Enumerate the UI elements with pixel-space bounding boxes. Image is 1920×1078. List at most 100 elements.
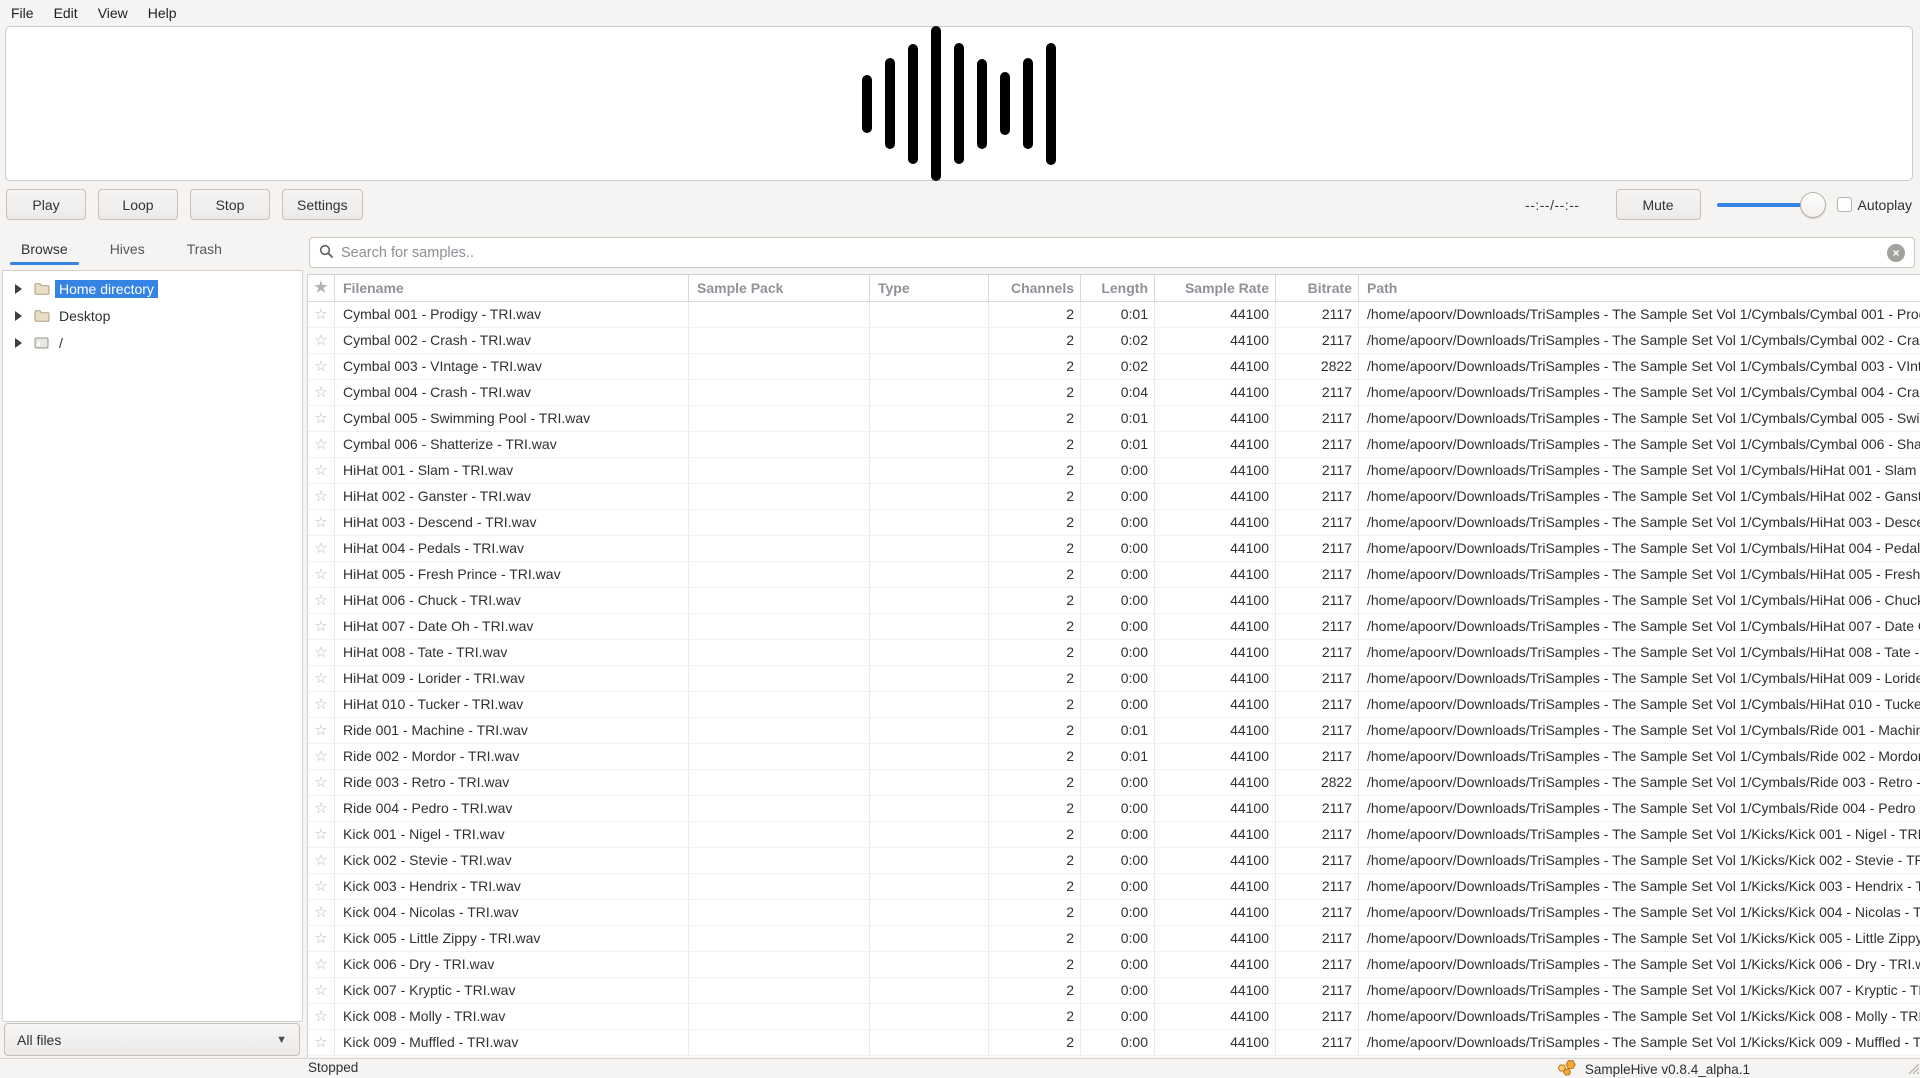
clear-search-icon[interactable]: × <box>1887 244 1905 262</box>
table-row[interactable]: ☆HiHat 010 - Tucker - TRI.wav20:00441002… <box>308 692 1920 718</box>
table-row[interactable]: ☆HiHat 005 - Fresh Prince - TRI.wav20:00… <box>308 562 1920 588</box>
column-header-length[interactable]: Length <box>1081 275 1155 301</box>
favorite-star-icon[interactable]: ☆ <box>308 510 335 535</box>
table-row[interactable]: ☆Kick 009 - Muffled - TRI.wav20:00441002… <box>308 1030 1920 1056</box>
expander-arrow-icon[interactable] <box>15 338 22 348</box>
loop-button[interactable]: Loop <box>98 189 178 220</box>
table-row[interactable]: ☆Ride 002 - Mordor - TRI.wav20:014410021… <box>308 744 1920 770</box>
favorite-star-icon[interactable]: ☆ <box>308 978 335 1003</box>
tab-trash[interactable]: Trash <box>176 228 233 270</box>
favorite-star-icon[interactable]: ☆ <box>308 666 335 691</box>
favorite-star-icon[interactable]: ☆ <box>308 952 335 977</box>
table-row[interactable]: ☆HiHat 008 - Tate - TRI.wav20:0044100211… <box>308 640 1920 666</box>
favorite-star-icon[interactable]: ☆ <box>308 692 335 717</box>
favorite-star-icon[interactable]: ☆ <box>308 900 335 925</box>
cell-type <box>870 536 989 561</box>
table-row[interactable]: ☆Ride 004 - Pedro - TRI.wav20:0044100211… <box>308 796 1920 822</box>
column-header-channels[interactable]: Channels <box>989 275 1081 301</box>
file-filter-dropdown[interactable]: All files ▼ <box>4 1023 300 1056</box>
table-row[interactable]: ☆Kick 005 - Little Zippy - TRI.wav20:004… <box>308 926 1920 952</box>
favorite-star-icon[interactable]: ☆ <box>308 926 335 951</box>
favorite-star-icon[interactable]: ☆ <box>308 302 335 327</box>
column-header-type[interactable]: Type <box>870 275 989 301</box>
tree-item-desktop[interactable]: Desktop <box>3 302 302 329</box>
tree-item-home-directory[interactable]: Home directory <box>3 275 302 302</box>
play-button[interactable]: Play <box>6 189 86 220</box>
column-header-bitrate[interactable]: Bitrate <box>1276 275 1359 301</box>
menu-view[interactable]: View <box>88 0 138 26</box>
table-row[interactable]: ☆Kick 001 - Nigel - TRI.wav20:0044100211… <box>308 822 1920 848</box>
table-row[interactable]: ☆Ride 001 - Machine - TRI.wav20:01441002… <box>308 718 1920 744</box>
table-row[interactable]: ☆HiHat 004 - Pedals - TRI.wav20:00441002… <box>308 536 1920 562</box>
favorite-star-icon[interactable]: ☆ <box>308 770 335 795</box>
table-row[interactable]: ☆Kick 003 - Hendrix - TRI.wav20:00441002… <box>308 874 1920 900</box>
favorite-star-icon[interactable]: ☆ <box>308 744 335 769</box>
favorite-star-icon[interactable]: ☆ <box>308 354 335 379</box>
favorite-star-icon[interactable]: ☆ <box>308 848 335 873</box>
cell-length: 0:04 <box>1081 380 1155 405</box>
menu-edit[interactable]: Edit <box>44 0 88 26</box>
favorite-star-icon[interactable]: ☆ <box>308 458 335 483</box>
table-row[interactable]: ☆HiHat 003 - Descend - TRI.wav20:0044100… <box>308 510 1920 536</box>
search-bar[interactable]: × <box>309 237 1915 268</box>
table-row[interactable]: ☆HiHat 002 - Ganster - TRI.wav20:0044100… <box>308 484 1920 510</box>
autoplay-checkbox[interactable] <box>1837 197 1852 212</box>
tab-hives[interactable]: Hives <box>99 228 156 270</box>
table-row[interactable]: ☆HiHat 006 - Chuck - TRI.wav20:004410021… <box>308 588 1920 614</box>
cell-type <box>870 302 989 327</box>
expander-arrow-icon[interactable] <box>15 311 22 321</box>
favorite-star-icon[interactable]: ☆ <box>308 614 335 639</box>
favorite-star-icon[interactable]: ☆ <box>308 822 335 847</box>
favorite-star-icon[interactable]: ☆ <box>308 1030 335 1055</box>
favorite-star-icon[interactable]: ☆ <box>308 588 335 613</box>
favorite-star-icon[interactable]: ☆ <box>308 640 335 665</box>
settings-button[interactable]: Settings <box>282 189 363 220</box>
cell-length: 0:00 <box>1081 874 1155 899</box>
favorite-star-icon[interactable]: ☆ <box>308 562 335 587</box>
column-header-filename[interactable]: Filename <box>335 275 689 301</box>
menu-file[interactable]: File <box>1 0 44 26</box>
table-row[interactable]: ☆Cymbal 001 - Prodigy - TRI.wav20:014410… <box>308 302 1920 328</box>
waveform-panel[interactable] <box>5 26 1913 181</box>
favorite-star-icon[interactable]: ☆ <box>308 432 335 457</box>
table-row[interactable]: ☆Cymbal 002 - Crash - TRI.wav20:02441002… <box>308 328 1920 354</box>
favorite-star-icon[interactable]: ☆ <box>308 1004 335 1029</box>
cell-channels: 2 <box>989 692 1081 717</box>
table-row[interactable]: ☆Kick 008 - Molly - TRI.wav20:0044100211… <box>308 1004 1920 1030</box>
mute-button[interactable]: Mute <box>1616 189 1701 220</box>
table-row[interactable]: ☆Kick 007 - Kryptic - TRI.wav20:00441002… <box>308 978 1920 1004</box>
favorite-star-icon[interactable]: ☆ <box>308 796 335 821</box>
column-header-sample-pack[interactable]: Sample Pack <box>689 275 870 301</box>
favorite-star-icon[interactable]: ☆ <box>308 380 335 405</box>
table-row[interactable]: ☆Cymbal 005 - Swimming Pool - TRI.wav20:… <box>308 406 1920 432</box>
resize-grip[interactable] <box>1904 1059 1919 1077</box>
favorite-star-icon[interactable]: ☆ <box>308 718 335 743</box>
table-row[interactable]: ☆HiHat 007 - Date Oh - TRI.wav20:0044100… <box>308 614 1920 640</box>
table-row[interactable]: ☆HiHat 001 - Slam - TRI.wav20:0044100211… <box>308 458 1920 484</box>
table-row[interactable]: ☆Kick 002 - Stevie - TRI.wav20:004410021… <box>308 848 1920 874</box>
table-row[interactable]: ☆Cymbal 003 - VIntage - TRI.wav20:024410… <box>308 354 1920 380</box>
favorite-star-icon[interactable]: ☆ <box>308 328 335 353</box>
favorite-column-header[interactable]: ★ <box>308 275 335 301</box>
tab-browse[interactable]: Browse <box>10 228 79 270</box>
volume-slider-knob[interactable] <box>1800 192 1826 218</box>
cell-type <box>870 874 989 899</box>
volume-slider[interactable] <box>1717 192 1825 218</box>
search-input[interactable] <box>341 245 1887 261</box>
expander-arrow-icon[interactable] <box>15 284 22 294</box>
menu-help[interactable]: Help <box>138 0 187 26</box>
favorite-star-icon[interactable]: ☆ <box>308 406 335 431</box>
tree-item-root[interactable]: / <box>3 329 302 356</box>
favorite-star-icon[interactable]: ☆ <box>308 536 335 561</box>
stop-button[interactable]: Stop <box>190 189 270 220</box>
table-row[interactable]: ☆Ride 003 - Retro - TRI.wav20:0044100282… <box>308 770 1920 796</box>
column-header-sample-rate[interactable]: Sample Rate <box>1155 275 1276 301</box>
table-row[interactable]: ☆Kick 006 - Dry - TRI.wav20:00441002117/… <box>308 952 1920 978</box>
table-row[interactable]: ☆Kick 004 - Nicolas - TRI.wav20:00441002… <box>308 900 1920 926</box>
favorite-star-icon[interactable]: ☆ <box>308 874 335 899</box>
column-header-path[interactable]: Path <box>1359 275 1920 301</box>
table-row[interactable]: ☆HiHat 009 - Lorider - TRI.wav20:0044100… <box>308 666 1920 692</box>
table-row[interactable]: ☆Cymbal 006 - Shatterize - TRI.wav20:014… <box>308 432 1920 458</box>
favorite-star-icon[interactable]: ☆ <box>308 484 335 509</box>
table-row[interactable]: ☆Cymbal 004 - Crash - TRI.wav20:04441002… <box>308 380 1920 406</box>
